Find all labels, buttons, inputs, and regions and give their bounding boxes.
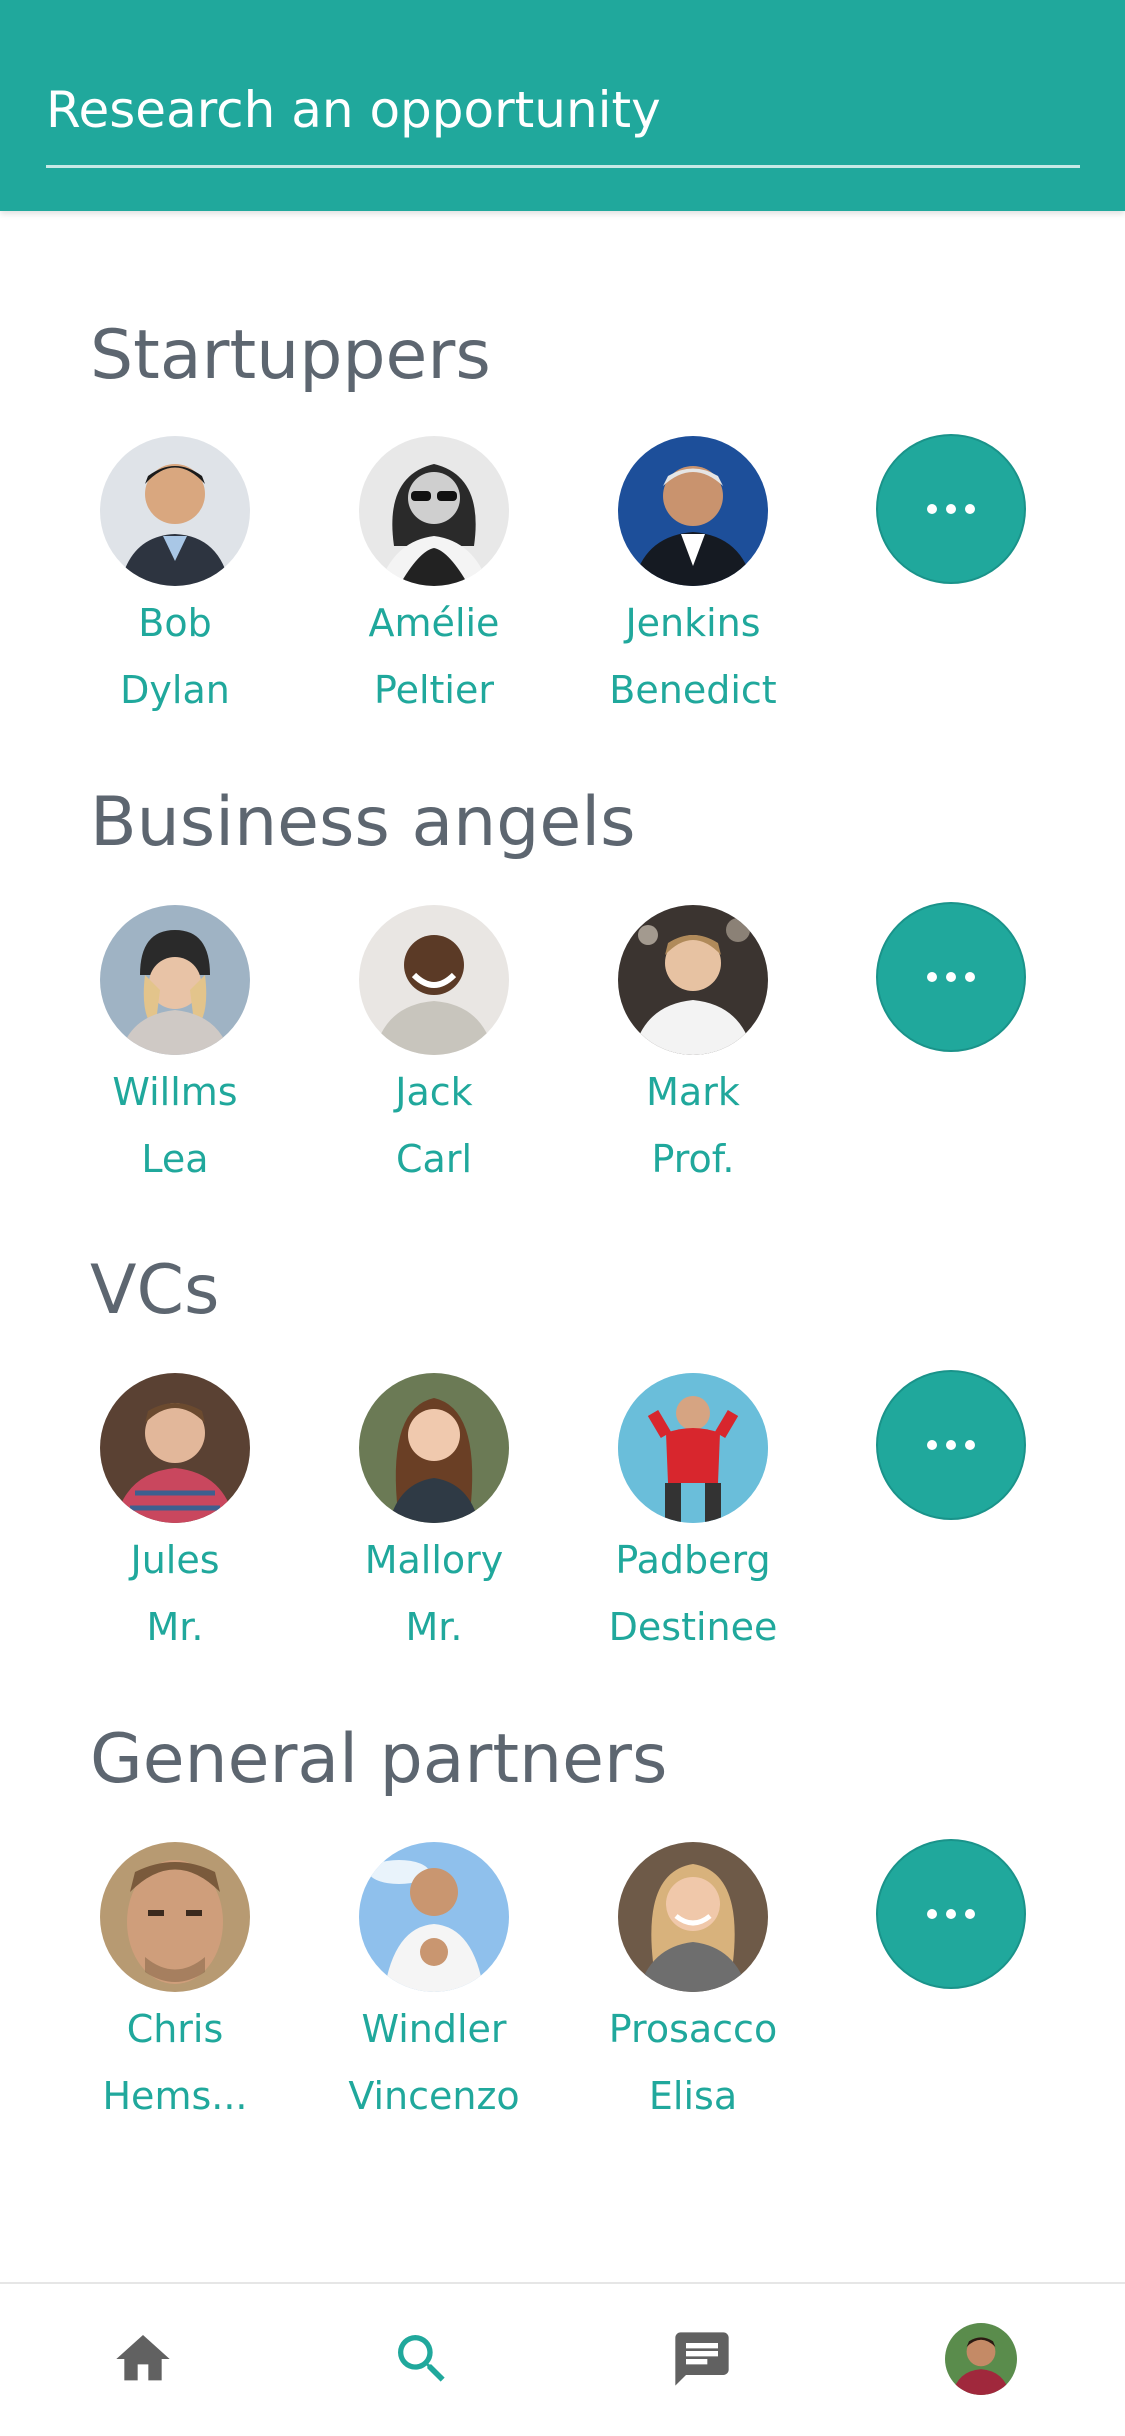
person-last-name: Peltier [374, 668, 494, 712]
person-last-name: Mr. [146, 1605, 204, 1649]
person-first-name: Mallory [364, 1538, 504, 1582]
person-last-name: Lea [141, 1137, 209, 1181]
person-card[interactable]: Jack Carl [329, 905, 539, 1193]
person-card[interactable]: Prosacco Elisa [588, 1842, 798, 2130]
person-last-name: Elisa [648, 2074, 738, 2118]
avatar[interactable] [359, 905, 509, 1055]
person-card[interactable]: Mark Prof. [588, 905, 798, 1193]
message-icon [675, 2332, 729, 2386]
more-horizontal-icon [927, 1909, 975, 1919]
avatar[interactable] [618, 905, 768, 1055]
person-card[interactable]: Jenkins Benedict [588, 436, 798, 724]
person-last-name: Destinee [608, 1605, 778, 1649]
person-first-name: Padberg [615, 1538, 771, 1582]
home-icon [116, 2335, 170, 2381]
person-card[interactable]: Windler Vincenzo [329, 1842, 539, 2130]
avatar[interactable] [618, 1842, 768, 1992]
avatar[interactable] [618, 436, 768, 586]
nav-home[interactable] [73, 2284, 213, 2434]
nav-messages[interactable] [632, 2284, 772, 2434]
person-last-name: Hems... [102, 2074, 248, 2118]
person-card[interactable]: Amélie Peltier [329, 436, 539, 724]
person-first-name: Jack [395, 1070, 473, 1114]
person-card[interactable]: Chris Hems... [70, 1842, 280, 2130]
more-horizontal-icon [927, 1440, 975, 1450]
person-card[interactable]: Bob Dylan [70, 436, 280, 724]
avatar[interactable] [100, 1373, 250, 1523]
more-horizontal-icon [927, 972, 975, 982]
avatar[interactable] [100, 905, 250, 1055]
avatar[interactable] [359, 436, 509, 586]
person-card[interactable]: Mallory Mr. [329, 1373, 539, 1661]
search-input[interactable] [46, 72, 1080, 168]
nav-search[interactable] [352, 2284, 492, 2434]
app-header [0, 0, 1125, 211]
person-card[interactable]: Willms Lea [70, 905, 280, 1193]
person-first-name: Mark [646, 1070, 740, 1114]
section-title-startuppers: Startuppers [90, 316, 491, 395]
person-first-name: Jules [130, 1538, 220, 1582]
profile-avatar [945, 2323, 1017, 2395]
person-first-name: Jenkins [625, 601, 761, 645]
person-first-name: Windler [361, 2007, 507, 2051]
person-first-name: Amélie [368, 601, 500, 645]
person-first-name: Chris [126, 2007, 224, 2051]
person-first-name: Willms [112, 1070, 238, 1114]
person-last-name: Benedict [609, 668, 777, 712]
more-general-partners-button[interactable] [876, 1839, 1026, 1989]
person-last-name: Dylan [120, 668, 230, 712]
search-icon [398, 2335, 445, 2382]
person-card[interactable]: Padberg Destinee [588, 1373, 798, 1661]
more-horizontal-icon [927, 504, 975, 514]
person-last-name: Prof. [651, 1137, 735, 1181]
person-first-name: Prosacco [608, 2007, 778, 2051]
more-vcs-button[interactable] [876, 1370, 1026, 1520]
section-title-general-partners: General partners [90, 1720, 668, 1799]
more-business-angels-button[interactable] [876, 902, 1026, 1052]
avatar[interactable] [100, 436, 250, 586]
person-last-name: Mr. [405, 1605, 463, 1649]
bottom-nav [0, 2282, 1125, 2436]
nav-profile[interactable] [911, 2284, 1051, 2434]
person-last-name: Carl [396, 1137, 472, 1181]
more-startuppers-button[interactable] [876, 434, 1026, 584]
section-title-vcs: VCs [90, 1251, 220, 1330]
avatar[interactable] [100, 1842, 250, 1992]
person-first-name: Bob [138, 601, 212, 645]
section-title-business-angels: Business angels [90, 783, 636, 862]
avatar[interactable] [359, 1842, 509, 1992]
person-card[interactable]: Jules Mr. [70, 1373, 280, 1661]
person-last-name: Vincenzo [348, 2074, 520, 2118]
avatar[interactable] [618, 1373, 768, 1523]
avatar[interactable] [359, 1373, 509, 1523]
